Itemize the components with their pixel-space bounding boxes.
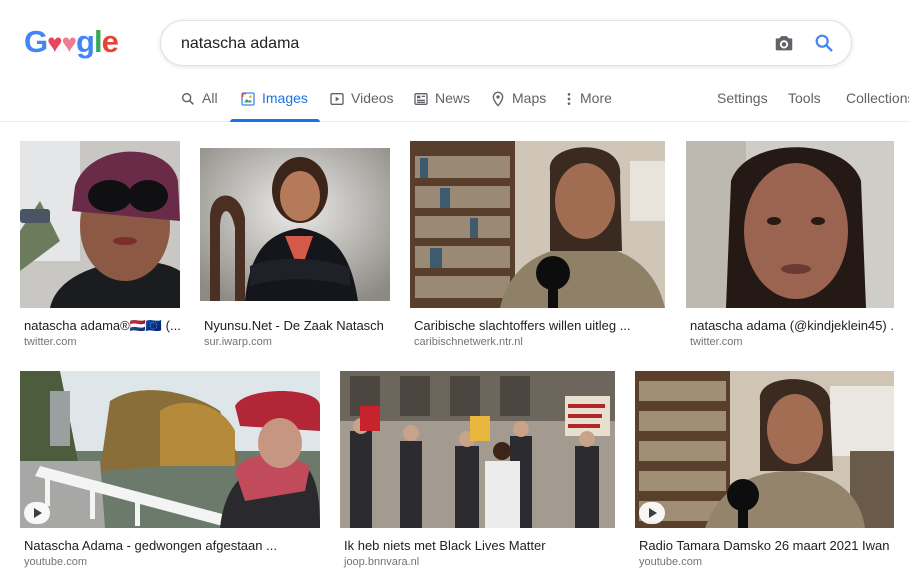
more-vert-icon <box>567 93 571 105</box>
camera-icon[interactable] <box>773 32 795 54</box>
logo-letter: l <box>93 24 103 59</box>
logo-letter: e <box>101 24 119 59</box>
tab-label: News <box>435 90 471 106</box>
result-thumbnail[interactable] <box>20 371 320 528</box>
result-thumbnail[interactable] <box>635 371 894 528</box>
tab-label: All <box>202 90 218 106</box>
search-tabs: All Images Videos News Maps More Setting… <box>0 84 909 122</box>
video-icon <box>330 93 344 105</box>
result-thumbnail[interactable] <box>686 141 894 308</box>
news-icon <box>414 93 428 105</box>
result-source: youtube.com <box>639 556 702 568</box>
search-input[interactable] <box>181 33 751 55</box>
result-caption[interactable]: Radio Tamara Damsko 26 maart 2021 Iwan .… <box>639 538 894 553</box>
search-box <box>160 20 852 66</box>
result-source: joop.bnnvara.nl <box>344 556 420 568</box>
result-source: caribischnetwerk.ntr.nl <box>414 336 523 348</box>
tab-label: Images <box>262 90 308 106</box>
result-thumbnail[interactable] <box>20 141 180 308</box>
tools-link[interactable]: Tools <box>788 84 821 121</box>
result-source: sur.iwarp.com <box>204 336 272 348</box>
collections-link[interactable]: Collections <box>840 84 909 121</box>
tab-label: More <box>580 90 612 106</box>
tab-more[interactable]: More <box>566 84 612 121</box>
result-thumbnail[interactable] <box>340 371 615 528</box>
result-source: twitter.com <box>24 336 77 348</box>
result-caption[interactable]: Ik heb niets met Black Lives Matter <box>344 538 614 553</box>
result-thumbnail[interactable] <box>200 148 390 301</box>
tab-maps[interactable]: Maps <box>490 84 546 121</box>
result-caption[interactable]: Nyunsu.Net - De Zaak Natasch... <box>204 318 384 333</box>
result-source: youtube.com <box>24 556 87 568</box>
result-thumbnail[interactable] <box>410 141 665 308</box>
tab-label: Videos <box>351 90 394 106</box>
result-caption[interactable]: natascha adama (@kindjeklein45) ... <box>690 318 895 333</box>
google-logo[interactable]: G♥♥gle <box>24 24 119 59</box>
search-icon <box>181 92 194 105</box>
logo-letter: G <box>24 24 48 59</box>
result-source: twitter.com <box>690 336 743 348</box>
heart-icon: ♥ <box>61 28 77 58</box>
settings-link[interactable]: Settings <box>717 84 768 121</box>
result-caption[interactable]: natascha adama®🇳🇱🇪🇺 (... <box>24 318 180 334</box>
collections-label: Collections <box>846 90 909 106</box>
tab-images[interactable]: Images <box>230 84 320 122</box>
result-caption[interactable]: Caribische slachtoffers willen uitleg ..… <box>414 318 664 333</box>
search-icon[interactable] <box>813 32 835 54</box>
tab-all[interactable]: All <box>180 84 218 121</box>
settings-label: Settings <box>717 90 768 106</box>
tab-news[interactable]: News <box>413 84 470 121</box>
image-icon <box>241 92 255 106</box>
play-icon <box>639 502 665 524</box>
play-icon <box>24 502 50 524</box>
map-pin-icon <box>492 91 504 107</box>
heart-icon: ♥ <box>47 28 62 58</box>
tab-videos[interactable]: Videos <box>329 84 394 121</box>
tools-label: Tools <box>788 90 821 106</box>
tab-label: Maps <box>512 90 547 106</box>
logo-letter: g <box>76 24 95 59</box>
result-caption[interactable]: Natascha Adama - gedwongen afgestaan ... <box>24 538 320 553</box>
